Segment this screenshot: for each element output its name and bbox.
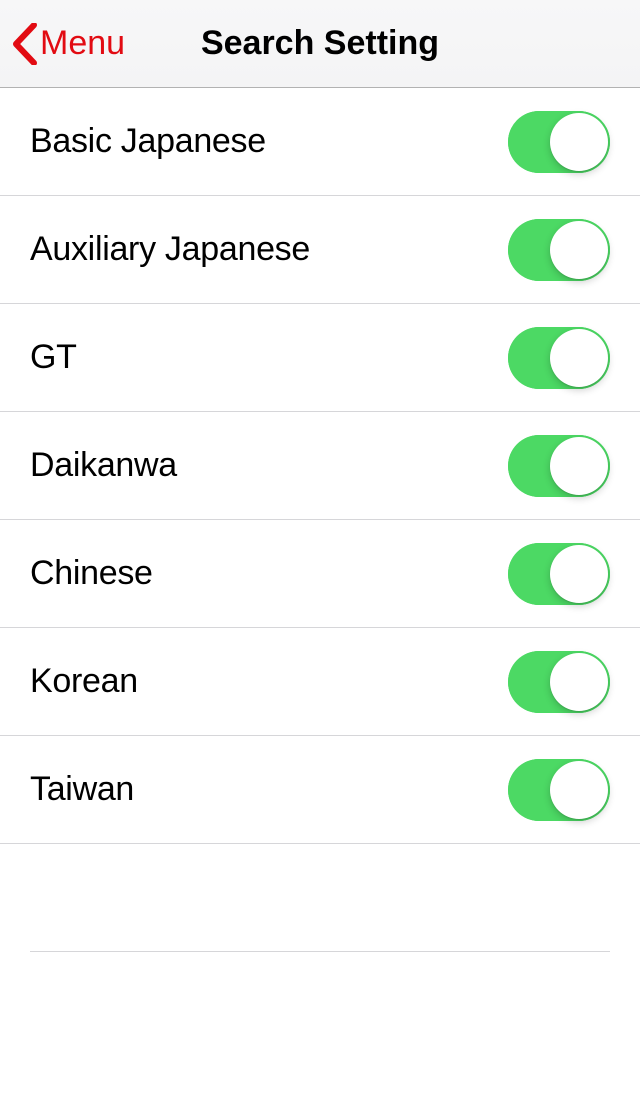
setting-label: Daikanwa xyxy=(30,446,177,485)
setting-label: Auxiliary Japanese xyxy=(30,230,310,269)
setting-row-gt: GT xyxy=(0,304,640,412)
setting-row-chinese: Chinese xyxy=(0,520,640,628)
setting-row-taiwan: Taiwan xyxy=(0,736,640,844)
switch-knob xyxy=(550,761,608,819)
switch-knob xyxy=(550,437,608,495)
setting-row-daikanwa: Daikanwa xyxy=(0,412,640,520)
toggle-chinese[interactable] xyxy=(508,543,610,605)
chevron-left-icon xyxy=(12,23,38,65)
setting-label: Korean xyxy=(30,662,138,701)
settings-list: Basic Japanese Auxiliary Japanese GT Dai… xyxy=(0,88,640,952)
switch-knob xyxy=(550,221,608,279)
setting-label: GT xyxy=(30,338,77,377)
setting-label: Chinese xyxy=(30,554,153,593)
setting-row-basic-japanese: Basic Japanese xyxy=(0,88,640,196)
navigation-bar: Menu Search Setting xyxy=(0,0,640,88)
setting-row-auxiliary-japanese: Auxiliary Japanese xyxy=(0,196,640,304)
toggle-basic-japanese[interactable] xyxy=(508,111,610,173)
setting-label: Taiwan xyxy=(30,770,134,809)
back-button[interactable]: Menu xyxy=(12,23,125,65)
toggle-korean[interactable] xyxy=(508,651,610,713)
toggle-taiwan[interactable] xyxy=(508,759,610,821)
setting-label: Basic Japanese xyxy=(30,122,266,161)
toggle-daikanwa[interactable] xyxy=(508,435,610,497)
switch-knob xyxy=(550,545,608,603)
switch-knob xyxy=(550,329,608,387)
back-label: Menu xyxy=(40,24,125,63)
toggle-gt[interactable] xyxy=(508,327,610,389)
toggle-auxiliary-japanese[interactable] xyxy=(508,219,610,281)
setting-row-korean: Korean xyxy=(0,628,640,736)
switch-knob xyxy=(550,653,608,711)
switch-knob xyxy=(550,113,608,171)
empty-row-divider xyxy=(30,844,610,952)
